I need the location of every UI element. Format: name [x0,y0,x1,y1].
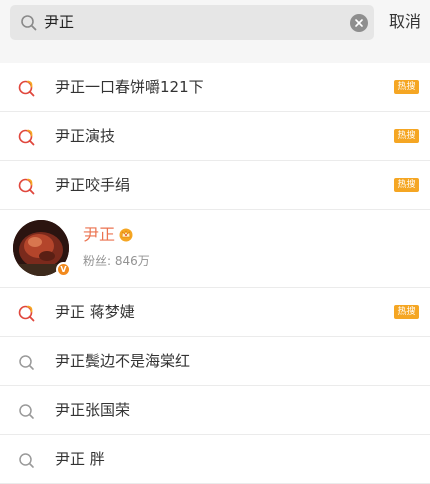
search-icon [19,355,34,370]
trending-search-icon [18,129,35,146]
verified-badge: V [56,262,71,277]
hot-badge: 热搜 [394,178,419,192]
suggestion-label: 尹正演技 [55,127,116,145]
search-icon [21,15,37,31]
suggestion-item[interactable]: 尹正咬手绢 热搜 [0,161,430,210]
suggestion-list: 尹正一口春饼嚼121下 热搜 尹正演技 热搜 尹正咬手绢 热搜 V 尹正 粉丝:… [0,63,430,484]
suggestion-label: 尹正 蒋梦婕 [55,303,135,321]
section-divider [0,47,430,63]
user-name[interactable]: 尹正 [83,224,115,246]
hot-badge: 热搜 [394,80,419,94]
search-query-text[interactable]: 尹正 [44,12,74,33]
suggestion-item[interactable]: 尹正 胖 [0,435,430,484]
clear-search-button[interactable] [350,14,368,32]
cancel-button[interactable]: 取消 [389,11,421,33]
suggestion-item[interactable]: 尹正 蒋梦婕 热搜 [0,288,430,337]
search-header: 尹正 取消 [0,0,430,47]
trending-search-icon [18,178,35,195]
fans-count: 粉丝: 846万 [83,254,150,268]
hot-badge: 热搜 [394,305,419,319]
crown-icon [119,228,133,242]
suggestion-label: 尹正咬手绢 [55,176,131,194]
trending-search-icon [18,305,35,322]
close-icon [355,19,363,27]
trending-search-icon [18,80,35,97]
suggestion-label: 尹正一口春饼嚼121下 [55,78,204,96]
suggestion-item[interactable]: 尹正演技 热搜 [0,112,430,161]
suggestion-item[interactable]: 尹正一口春饼嚼121下 热搜 [0,63,430,112]
user-result[interactable]: V 尹正 粉丝: 846万 [0,210,430,288]
hot-badge: 热搜 [394,129,419,143]
search-input[interactable]: 尹正 [10,5,374,40]
search-icon [19,453,34,468]
suggestion-item[interactable]: 尹正鬓边不是海棠红 [0,337,430,386]
suggestion-item[interactable]: 尹正张国荣 [0,386,430,435]
suggestion-label: 尹正 胖 [55,450,105,468]
suggestion-label: 尹正张国荣 [55,401,131,419]
search-icon [19,404,34,419]
suggestion-label: 尹正鬓边不是海棠红 [55,352,191,370]
